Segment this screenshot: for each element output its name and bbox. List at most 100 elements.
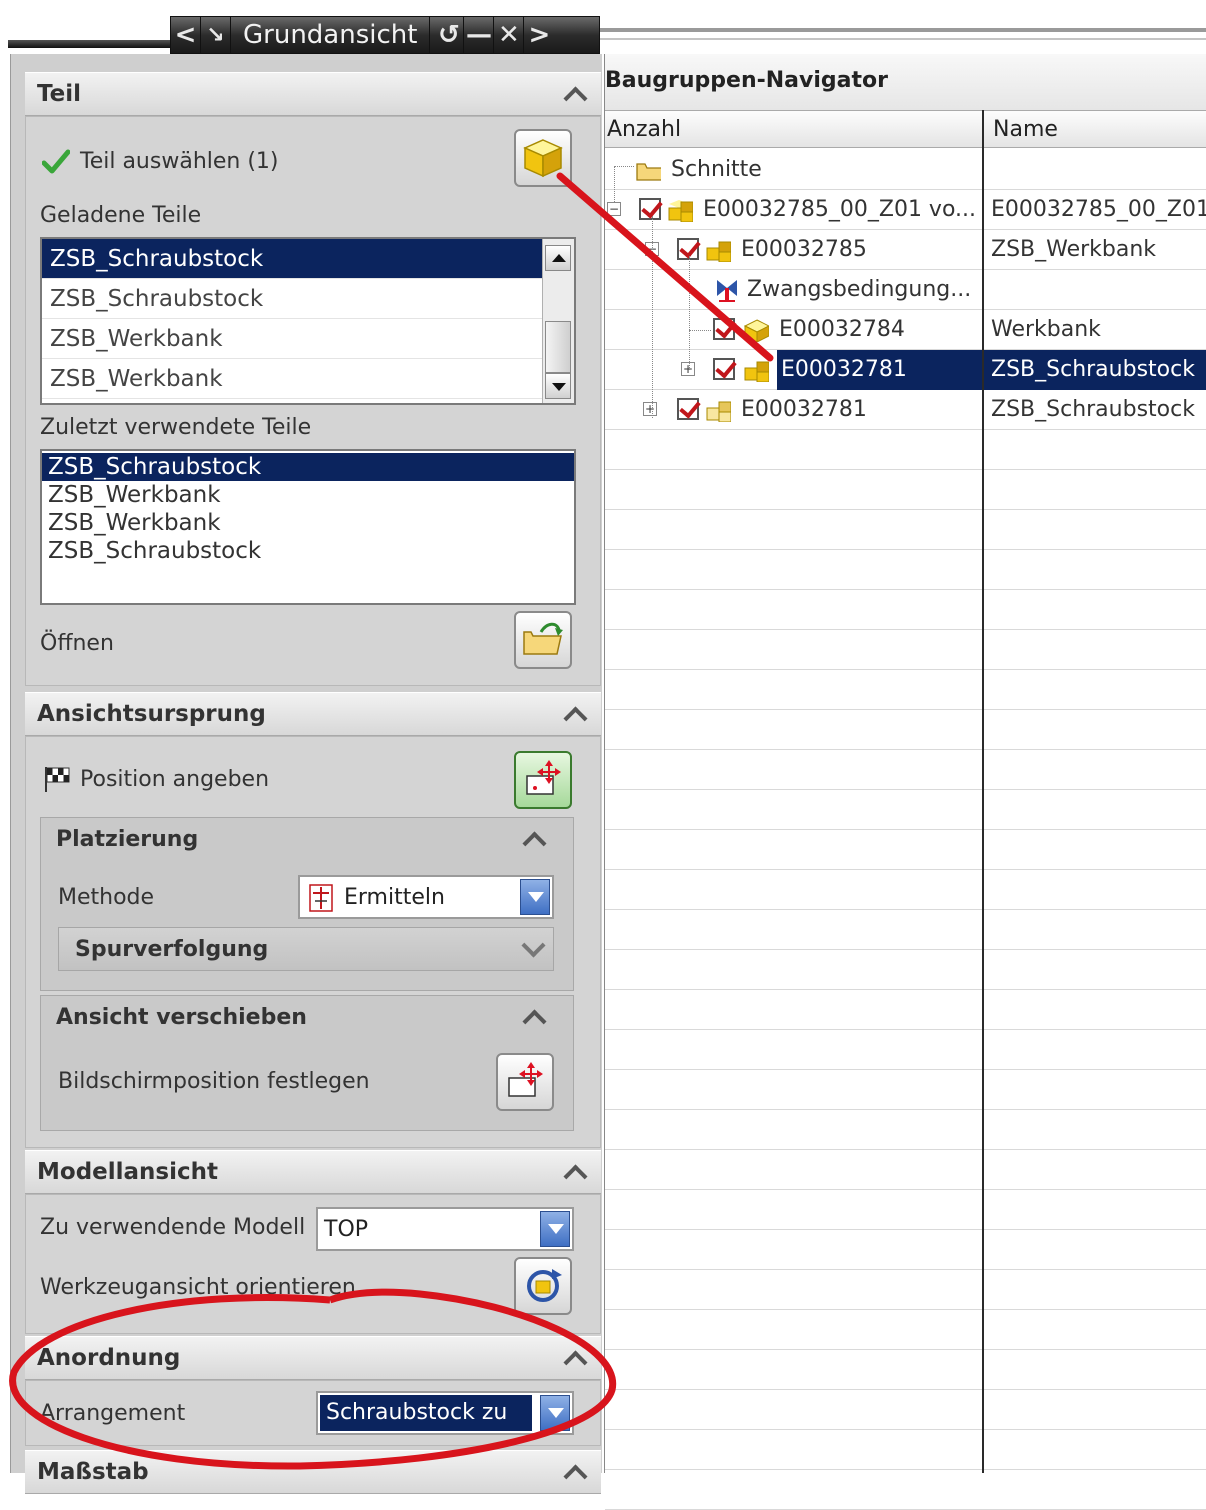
- chevron-down-icon[interactable]: [519, 935, 547, 963]
- tree-node-name: E00032785_00_Z01: [991, 197, 1206, 222]
- expand-icon[interactable]: +: [643, 402, 657, 416]
- section-header-modellansicht[interactable]: Modellansicht: [25, 1150, 601, 1194]
- empty-grid-row: [605, 590, 1206, 630]
- empty-grid-row: [605, 1270, 1206, 1310]
- subheader-platzierung[interactable]: Platzierung: [40, 817, 556, 861]
- rotate-view-icon: [527, 1269, 562, 1302]
- section-body-ansichtsursprung: Position angeben Platzierung Methode Erm…: [25, 736, 601, 1148]
- assembly-navigator: Baugruppen-Navigator Anzahl Name Schnitt…: [604, 54, 1206, 1510]
- chevron-up-icon[interactable]: [520, 825, 548, 853]
- dropdown-arrow-icon[interactable]: [540, 1395, 570, 1431]
- navigator-title: Baugruppen-Navigator: [605, 54, 1206, 110]
- top-strip: < ↘ Grundansicht ↺ — ✕ >: [0, 0, 1206, 54]
- open-part-button[interactable]: [514, 611, 572, 669]
- tree-row[interactable]: + E00032781 ZSB_Schraubstock: [605, 390, 1206, 430]
- expand-icon[interactable]: +: [681, 362, 695, 376]
- tree-row[interactable]: − E00032785_00_Z01 vo... E00032785_00_Z0…: [605, 190, 1206, 230]
- empty-grid-row: [605, 1350, 1206, 1390]
- specify-position-button[interactable]: [514, 751, 572, 809]
- section-header-ansichtsursprung[interactable]: Ansichtsursprung: [25, 692, 601, 736]
- constraint-icon: [717, 280, 737, 302]
- section-title: Teil: [37, 81, 82, 107]
- previous-button[interactable]: <: [171, 17, 201, 53]
- cube-icon: [743, 319, 769, 342]
- tree-row[interactable]: Zwangsbedingung...: [605, 270, 1206, 310]
- loaded-parts-list[interactable]: ZSB_Schraubstock ZSB_Schraubstock ZSB_We…: [40, 237, 576, 405]
- section-title: Ansichtsursprung: [37, 701, 266, 727]
- chevron-up-icon[interactable]: [520, 1003, 548, 1031]
- empty-grid-row: [605, 1030, 1206, 1070]
- collapse-arrow-button[interactable]: ↘: [201, 17, 231, 53]
- scroll-up-icon[interactable]: [545, 245, 571, 271]
- reset-button[interactable]: ↺: [434, 17, 465, 53]
- section-body-teil: Teil auswählen (1) Geladene Teile ZSB_Sc…: [25, 116, 601, 686]
- list-item[interactable]: ZSB_Schraubstock: [42, 453, 574, 481]
- arrangement-select[interactable]: Schraubstock zu: [316, 1391, 574, 1435]
- subsection-title: Spurverfolgung: [75, 936, 269, 962]
- empty-grid-row: [605, 1430, 1206, 1470]
- list-item[interactable]: ZSB_Werkbank: [42, 359, 542, 399]
- checkbox-icon[interactable]: [639, 198, 661, 220]
- list-item[interactable]: ZSB_Schraubstock: [42, 239, 542, 279]
- section-header-massstab[interactable]: Maßstab: [25, 1450, 601, 1494]
- move-view-icon: [508, 1062, 543, 1097]
- section-header-anordnung[interactable]: Anordnung: [25, 1336, 601, 1380]
- subheader-spurverfolgung[interactable]: Spurverfolgung: [58, 927, 554, 971]
- separator-line: [600, 28, 1206, 32]
- tree-node-label: E00032781: [741, 397, 867, 422]
- set-screen-position-button[interactable]: [496, 1053, 554, 1111]
- cube-icon: [523, 139, 563, 178]
- list-item[interactable]: ZSB_Schraubstock: [42, 279, 542, 319]
- empty-grid-row: [605, 550, 1206, 590]
- list-item[interactable]: ZSB_Werkbank: [42, 481, 574, 509]
- section-header-teil[interactable]: Teil: [25, 72, 601, 116]
- checkbox-icon[interactable]: [713, 318, 735, 340]
- scrollbar[interactable]: [542, 239, 574, 403]
- chevron-up-icon[interactable]: [561, 1344, 589, 1372]
- chevron-up-icon[interactable]: [561, 1158, 589, 1186]
- screen-position-label: Bildschirmposition festlegen: [58, 1069, 370, 1094]
- tree-row[interactable]: − E00032785 ZSB_Werkbank: [605, 230, 1206, 270]
- empty-grid-row: [605, 910, 1206, 950]
- checkbox-icon[interactable]: [713, 358, 735, 380]
- tree-node-label: E00032781: [781, 357, 907, 382]
- tree-node-name: Werkbank: [991, 317, 1101, 342]
- tree-row-selected[interactable]: + E00032781 ZSB_Schraubstock: [605, 350, 1206, 390]
- recent-parts-list[interactable]: ZSB_Schraubstock ZSB_Werkbank ZSB_Werkba…: [40, 449, 576, 605]
- dropdown-arrow-icon[interactable]: [520, 879, 550, 915]
- list-item[interactable]: ZSB_Werkbank: [42, 319, 542, 359]
- chevron-up-icon[interactable]: [561, 1458, 589, 1486]
- collapse-icon[interactable]: −: [607, 202, 621, 216]
- tree-node-name: ZSB_Schraubstock: [991, 397, 1195, 422]
- methode-label: Methode: [58, 885, 155, 910]
- recent-parts-label: Zuletzt verwendete Teile: [40, 415, 312, 440]
- empty-grid-row: [605, 950, 1206, 990]
- select-part-button[interactable]: [514, 129, 572, 187]
- tree-connector: [614, 166, 615, 202]
- checkbox-icon[interactable]: [677, 398, 699, 420]
- close-button[interactable]: ✕: [494, 17, 525, 53]
- column-header-anzahl[interactable]: Anzahl: [607, 117, 681, 142]
- list-item[interactable]: ZSB_Werkbank: [42, 509, 574, 537]
- checkered-flag-icon: [45, 767, 70, 792]
- chevron-up-icon[interactable]: [561, 80, 589, 108]
- chevron-up-icon[interactable]: [561, 700, 589, 728]
- scroll-down-icon[interactable]: [545, 373, 571, 399]
- list-item[interactable]: ZSB_Schraubstock: [42, 537, 574, 565]
- empty-grid-row: [605, 790, 1206, 830]
- assembly-icon: [706, 401, 731, 422]
- model-select[interactable]: TOP: [316, 1207, 574, 1251]
- empty-grid-row: [605, 990, 1206, 1030]
- dropdown-arrow-icon[interactable]: [540, 1211, 570, 1247]
- next-button[interactable]: >: [524, 17, 554, 53]
- empty-grid-row: [605, 1310, 1206, 1350]
- orient-view-button[interactable]: [514, 1257, 572, 1315]
- scroll-thumb[interactable]: [545, 321, 571, 373]
- subheader-ansicht-verschieben[interactable]: Ansicht verschieben: [40, 995, 556, 1039]
- checkbox-icon[interactable]: [677, 238, 699, 260]
- methode-select[interactable]: Ermitteln: [298, 875, 554, 919]
- minimize-button[interactable]: —: [464, 17, 495, 53]
- tree-row[interactable]: Schnitte: [605, 150, 1206, 190]
- column-header-name[interactable]: Name: [993, 117, 1058, 142]
- open-folder-icon: [523, 622, 563, 655]
